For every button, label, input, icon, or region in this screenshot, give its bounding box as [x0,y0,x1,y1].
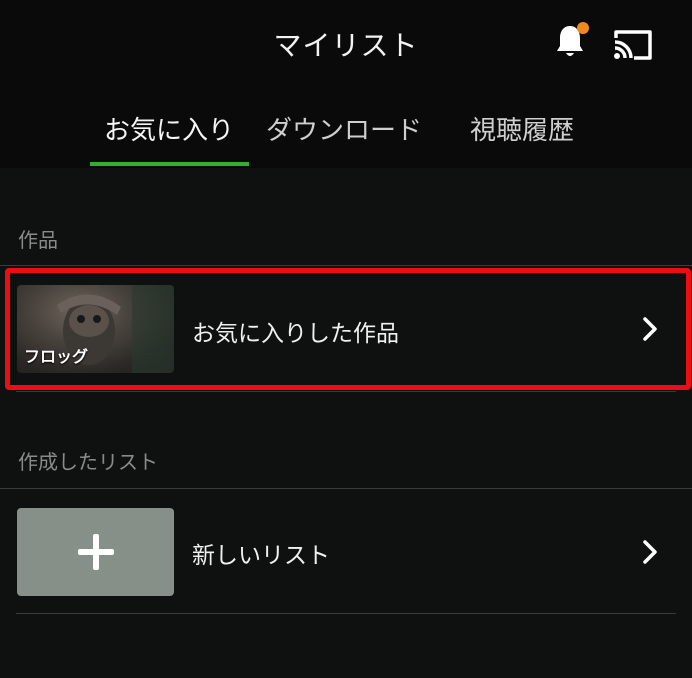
tab-bar: お気に入り ダウンロード 視聴履歴 [0,100,692,168]
list-item-favorite-works[interactable]: フロッグ お気に入りした作品 [0,284,692,376]
list-item-label: お気に入りした作品 [192,321,399,347]
row-divider [16,391,676,392]
row-divider [16,613,676,614]
tab-history[interactable]: 視聴履歴 [470,110,574,147]
header-bar: マイリスト お気に入り ダウンロード 視聴履歴 [0,0,692,168]
list-item-new-list[interactable]: 新しいリスト [0,508,692,596]
section-divider [0,488,692,489]
work-thumbnail: フロッグ [17,285,174,373]
section-label-works: 作品 [18,228,58,252]
thumbnail-caption: フロッグ [24,347,89,366]
new-list-thumbnail [17,508,174,596]
section-divider [0,265,692,266]
cast-icon[interactable] [612,28,654,62]
tab-favorites[interactable]: お気に入り [104,110,234,147]
notification-dot [577,22,589,34]
list-item-label: 新しいリスト [192,543,330,569]
chevron-right-icon [643,540,657,564]
section-label-created-lists: 作成したリスト [18,450,158,474]
chevron-right-icon [643,317,657,341]
plus-icon [78,534,114,570]
tab-downloads[interactable]: ダウンロード [266,110,422,147]
active-tab-indicator [90,162,249,166]
